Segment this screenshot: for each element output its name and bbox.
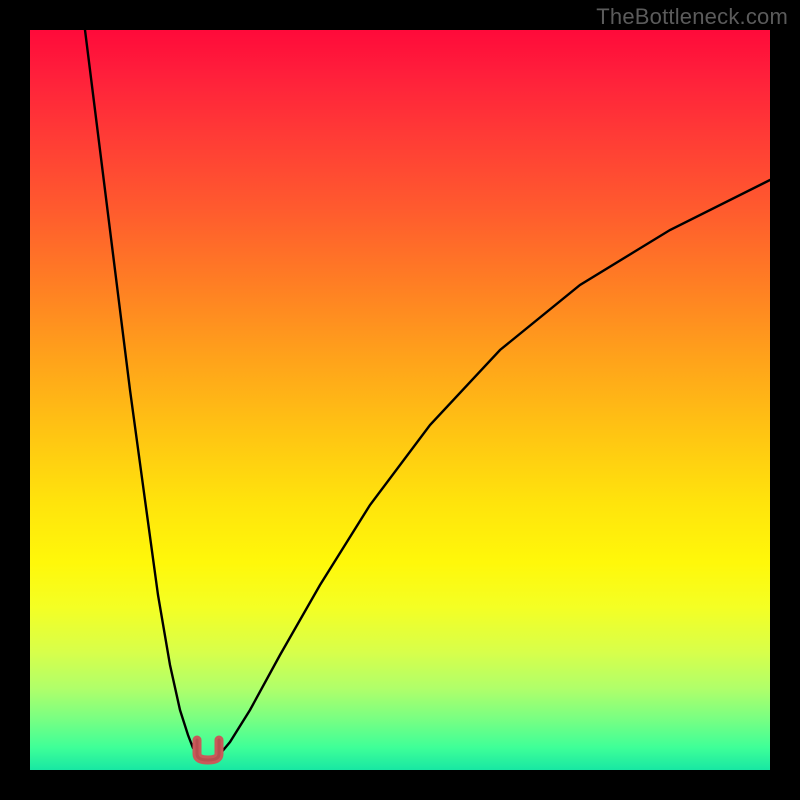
bottom-u-marker	[197, 740, 219, 760]
curve-left-branch	[85, 30, 197, 754]
chart-frame	[30, 30, 770, 770]
curve-right-branch	[220, 180, 770, 754]
chart-overlay	[30, 30, 770, 770]
watermark-text: TheBottleneck.com	[596, 4, 788, 30]
